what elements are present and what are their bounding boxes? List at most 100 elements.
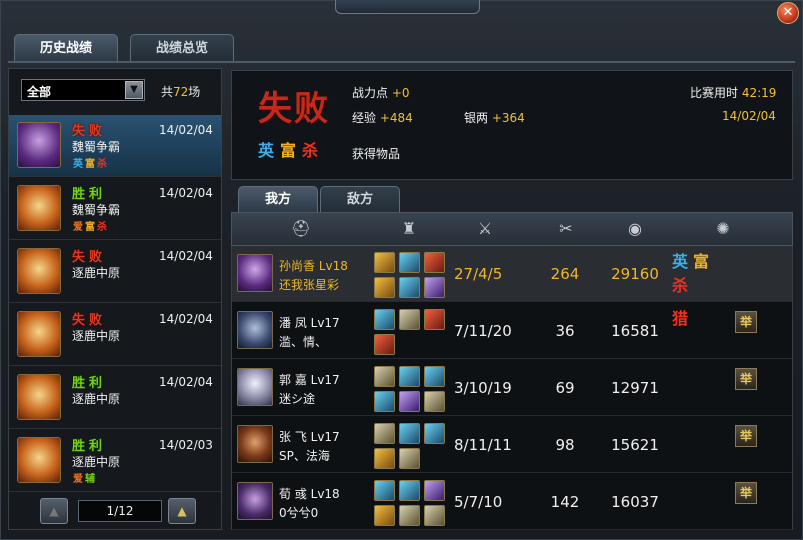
equipment-slot[interactable] xyxy=(374,423,395,444)
equipment-slot[interactable] xyxy=(424,252,445,273)
equipment-slot[interactable] xyxy=(399,448,420,469)
match-item[interactable]: 胜利 逐鹿中原 14/02/03 爱辅 xyxy=(9,430,221,492)
equipment-slot[interactable] xyxy=(424,309,445,330)
equipment-slot[interactable] xyxy=(424,423,445,444)
next-page-button[interactable]: ▲ xyxy=(168,498,196,524)
report-button[interactable]: 举 xyxy=(735,425,757,447)
player-damage: 98 xyxy=(555,436,575,454)
player-silver: 12971 xyxy=(611,379,659,397)
player-nickname: SP、法海 xyxy=(279,449,330,463)
summary-result: 失败 xyxy=(258,89,330,129)
player-badges: 猎 xyxy=(672,309,694,328)
player-badges: 英富杀 xyxy=(672,252,715,295)
hero-avatar xyxy=(17,311,61,357)
experience: 经验 +484 xyxy=(352,111,413,125)
equipment-slot[interactable] xyxy=(374,252,395,273)
tab-history[interactable]: 历史战绩 xyxy=(14,34,118,62)
match-badges: 英富杀 xyxy=(73,159,109,170)
player-nickname: 还我张星彩 xyxy=(279,278,340,292)
match-mode: 逐鹿中原 xyxy=(72,329,121,343)
equipment-slot[interactable] xyxy=(424,505,445,526)
player-avatar xyxy=(237,425,273,463)
player-silver: 29160 xyxy=(611,265,659,283)
equipment-slot[interactable] xyxy=(374,309,395,330)
player-damage: 142 xyxy=(550,493,580,511)
hero-avatar xyxy=(17,437,61,483)
equipment-slot[interactable] xyxy=(374,334,395,355)
player-silver: 16037 xyxy=(611,493,659,511)
match-badges: 爱富杀 xyxy=(73,222,109,233)
close-button[interactable]: ✕ xyxy=(777,2,799,24)
match-mode: 魏蜀争霸 xyxy=(72,140,121,154)
player-silver: 16581 xyxy=(611,322,659,340)
equipment-slot[interactable] xyxy=(424,391,445,412)
tab-my-team[interactable]: 我方 xyxy=(238,186,318,213)
report-button[interactable]: 举 xyxy=(735,368,757,390)
match-mode: 逐鹿中原 xyxy=(72,455,121,469)
match-item[interactable]: 胜利 魏蜀争霸 14/02/04 爱富杀 xyxy=(9,178,221,240)
match-result: 失败 xyxy=(72,313,107,328)
player-name: 张 飞 Lv17 xyxy=(279,430,340,444)
equipment-slot[interactable] xyxy=(424,277,445,298)
player-silver: 15621 xyxy=(611,436,659,454)
equipment-slot[interactable] xyxy=(424,480,445,501)
player-row: 潘 凤 Lv17 滥、情、 7/11/20 36 16581 猎 举 xyxy=(232,303,792,359)
prev-page-button[interactable]: ▲ xyxy=(40,498,68,524)
summary-date: 14/02/04 xyxy=(722,109,776,123)
player-damage: 264 xyxy=(550,265,580,283)
silver: 银两 +364 xyxy=(464,111,525,125)
match-item[interactable]: 失败 魏蜀争霸 14/02/04 英富杀 xyxy=(9,115,221,177)
equipment-slot[interactable] xyxy=(374,366,395,387)
match-item[interactable]: 胜利 逐鹿中原 14/02/04 xyxy=(9,367,221,429)
equipment-slot[interactable] xyxy=(399,309,420,330)
player-name: 郭 嘉 Lv17 xyxy=(279,373,340,387)
tab-overview[interactable]: 战绩总览 xyxy=(130,34,234,62)
player-kda: 3/10/19 xyxy=(454,379,512,397)
match-duration: 比赛用时 42:19 xyxy=(690,86,777,100)
armor-icon: ♜ xyxy=(401,219,417,238)
equipment-slot[interactable] xyxy=(374,505,395,526)
hero-avatar xyxy=(17,122,61,168)
player-name: 荀 彧 Lv18 xyxy=(279,487,340,501)
player-row: 张 飞 Lv17 SP、法海 8/11/11 98 15621 举 xyxy=(232,417,792,473)
chevron-down-icon[interactable]: ▼ xyxy=(125,81,143,99)
equipment-slot[interactable] xyxy=(399,252,420,273)
match-badges: 爱辅 xyxy=(73,474,97,485)
report-button[interactable]: 举 xyxy=(735,311,757,333)
match-mode: 逐鹿中原 xyxy=(72,266,121,280)
equipment-slot[interactable] xyxy=(399,366,420,387)
equipment-slot[interactable] xyxy=(374,391,395,412)
items-obtained-label: 获得物品 xyxy=(352,147,401,161)
equipment-slot[interactable] xyxy=(399,391,420,412)
player-row: 郭 嘉 Lv17 迷シ途 3/10/19 69 12971 举 xyxy=(232,360,792,416)
equipment-slot[interactable] xyxy=(374,480,395,501)
power-points: 战力点 +0 xyxy=(352,86,410,100)
player-damage: 69 xyxy=(555,379,575,397)
player-kda: 5/7/10 xyxy=(454,493,503,511)
match-date: 14/02/04 xyxy=(159,312,213,326)
match-item[interactable]: 失败 逐鹿中原 14/02/04 xyxy=(9,241,221,303)
equipment-slot[interactable] xyxy=(399,480,420,501)
player-nickname: 0兮兮0 xyxy=(279,506,319,520)
tab-enemy-team[interactable]: 敌方 xyxy=(320,186,400,213)
equipment-slot[interactable] xyxy=(399,505,420,526)
filter-dropdown[interactable]: 全部 ▼ xyxy=(21,79,145,101)
honor-icon: ✺ xyxy=(716,219,730,238)
player-kda: 27/4/5 xyxy=(454,265,503,283)
equipment-slot[interactable] xyxy=(374,448,395,469)
player-avatar xyxy=(237,254,273,292)
hero-avatar xyxy=(17,185,61,231)
equipment-slot[interactable] xyxy=(399,423,420,444)
equipment-slot[interactable] xyxy=(374,277,395,298)
player-avatar xyxy=(237,482,273,520)
match-date: 14/02/04 xyxy=(159,186,213,200)
equipment-slot[interactable] xyxy=(399,277,420,298)
match-result: 失败 xyxy=(72,124,107,139)
filter-value: 全部 xyxy=(27,85,52,99)
player-avatar xyxy=(237,368,273,406)
equipment-slot[interactable] xyxy=(424,366,445,387)
report-button[interactable]: 举 xyxy=(735,482,757,504)
player-avatar xyxy=(237,311,273,349)
match-item[interactable]: 失败 逐鹿中原 14/02/04 xyxy=(9,304,221,366)
match-history-panel: 全部 ▼ 共72场 失败 魏蜀争霸 14/02/04 英富杀 胜利 魏蜀争霸 1… xyxy=(8,68,222,530)
